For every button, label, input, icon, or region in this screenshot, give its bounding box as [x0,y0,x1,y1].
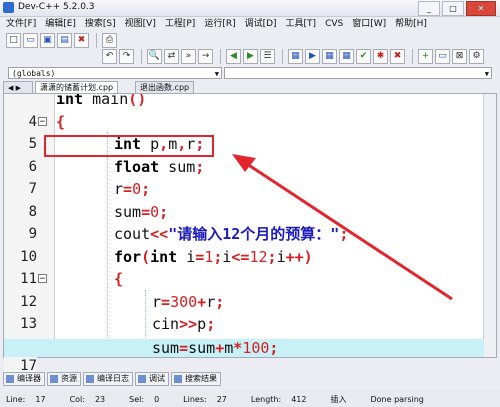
title-bar: Dev-C++ 5.2.0.3 _ □ ✕ [0,0,500,17]
status-mode: 插入 [330,394,347,404]
new-file-icon[interactable]: □ [6,33,21,48]
run-icon[interactable]: ▶ [305,49,320,64]
goto-line-icon[interactable]: → [198,49,213,64]
minimize-button[interactable]: _ [418,1,440,16]
print-icon[interactable]: ⎙ [102,33,117,48]
code-line-current: 17 sum=sum+m*100; [4,339,484,375]
status-sel: Sel: 0 [129,394,160,404]
class-list-icon[interactable]: ☰ [260,49,275,64]
members-select[interactable]: ▼ [224,67,492,79]
rebuild-icon[interactable]: ▦ [339,49,354,64]
save-all-icon[interactable]: ▤ [57,33,72,48]
forward-icon[interactable]: ▶ [243,49,258,64]
menu-run[interactable]: 运行[R] [204,17,235,31]
find-next-icon[interactable]: » [181,49,196,64]
status-message: Done parsing [370,394,424,404]
scope-select[interactable]: (globals) ▼ [8,67,222,79]
compile-icon[interactable]: ▦ [288,49,303,64]
undo-icon[interactable]: ↶ [102,49,117,64]
stop-icon[interactable]: ✖ [390,49,405,64]
menu-help[interactable]: 帮助[H] [395,17,427,31]
code-text: sum=sum+m*100; [152,339,279,357]
open-file-icon[interactable]: ▭ [23,33,38,48]
redo-icon[interactable]: ↷ [119,49,134,64]
window-controls: _ □ ✕ [418,1,496,16]
menu-bar: 文件[F] 编辑[E] 搜索[S] 视图[V] 工程[P] 运行[R] 调试[D… [0,17,500,31]
toolbar-separator [141,49,142,64]
tab-resources[interactable]: 资源 [47,372,81,386]
close-project-icon[interactable]: ⊠ [452,49,467,64]
code-editor[interactable]: 4 int main() 5 − { 6 int p,m,r; 7 float … [3,93,497,358]
tab-label: 编译日志 [97,374,129,383]
status-lines: Lines: 27 [183,394,227,404]
tab-debug[interactable]: 调试 [135,372,169,386]
close-button[interactable]: ✕ [466,1,496,16]
toolbar-separator [282,49,283,64]
new-project-icon[interactable]: + [418,49,433,64]
edit-toolbar: ↶ ↷ 🔍 ⇄ » → ◀ ▶ ☰ ▦ ▶ ▦ ▦ ✔ ✱ ✖ + ▭ ⊠ ⚙ [0,47,500,66]
compiler-icon [6,375,14,383]
class-browser-combos: (globals) ▼ ▼ [8,67,492,79]
chevron-down-icon: ▼ [484,70,489,78]
scope-select-value: (globals) [12,69,56,78]
tab-compile-log[interactable]: 编译日志 [83,372,133,386]
compile-run-icon[interactable]: ▦ [322,49,337,64]
window-title: Dev-C++ 5.2.0.3 [18,2,95,12]
menu-edit[interactable]: 编辑[E] [45,17,76,31]
tab-compiler[interactable]: 编译器 [3,372,45,386]
tab-label: 调试 [149,374,165,383]
annotation-arrow [232,154,453,301]
resources-icon [50,375,58,383]
toolbar-separator [220,49,221,64]
back-icon[interactable]: ◀ [226,49,241,64]
status-length: Length: 412 [250,394,307,404]
bottom-panel-tabs: 编译器 资源 编译日志 调试 搜索结果 [3,372,221,386]
menu-project[interactable]: 工程[P] [165,17,195,31]
tab-label: 搜索结果 [185,374,217,383]
close-file-icon[interactable]: ✖ [74,33,89,48]
debug-icon[interactable]: ✱ [373,49,388,64]
maximize-button[interactable]: □ [442,1,464,16]
menu-tools[interactable]: 工具[T] [286,17,317,31]
app-icon [3,2,14,13]
status-col: Col: 23 [69,394,106,404]
save-icon[interactable]: ▣ [40,33,55,48]
tab-file-2[interactable]: 退出函数.cpp [135,81,195,93]
menu-window[interactable]: 窗口[W] [352,17,386,31]
tab-scroll-arrows[interactable]: ◀ ▶ [3,81,33,93]
project-options-icon[interactable]: ⚙ [469,49,484,64]
vertical-scrollbar[interactable] [483,94,496,357]
status-line: Line: 17 [6,394,46,404]
menu-cvs[interactable]: CVS [325,17,343,31]
menu-view[interactable]: 视图[V] [125,17,156,31]
toolbar-separator [96,33,97,48]
toolbar-separator [412,49,413,64]
tab-search-results[interactable]: 搜索结果 [171,372,221,386]
check-syntax-icon[interactable]: ✔ [356,49,371,64]
chevron-down-icon: ▼ [214,70,219,78]
menu-file[interactable]: 文件[F] [6,17,36,31]
compile-log-icon [86,375,94,383]
open-project-icon[interactable]: ▭ [435,49,450,64]
search-results-icon [174,375,182,383]
menu-debug[interactable]: 调试[D] [245,17,277,31]
tab-label: 资源 [61,374,77,383]
find-icon[interactable]: 🔍 [147,49,162,64]
tab-file-1[interactable]: 潇潇的储蓄计划.cpp [35,81,119,93]
editor-tabs: ◀ ▶ 潇潇的储蓄计划.cpp 退出函数.cpp [3,81,497,93]
menu-search[interactable]: 搜索[S] [85,17,116,31]
debug-icon [138,375,146,383]
replace-icon[interactable]: ⇄ [164,49,179,64]
tab-label: 编译器 [17,374,41,383]
status-bar: Line: 17 Col: 23 Sel: 0 Lines: 27 Length: 412… [0,391,500,407]
